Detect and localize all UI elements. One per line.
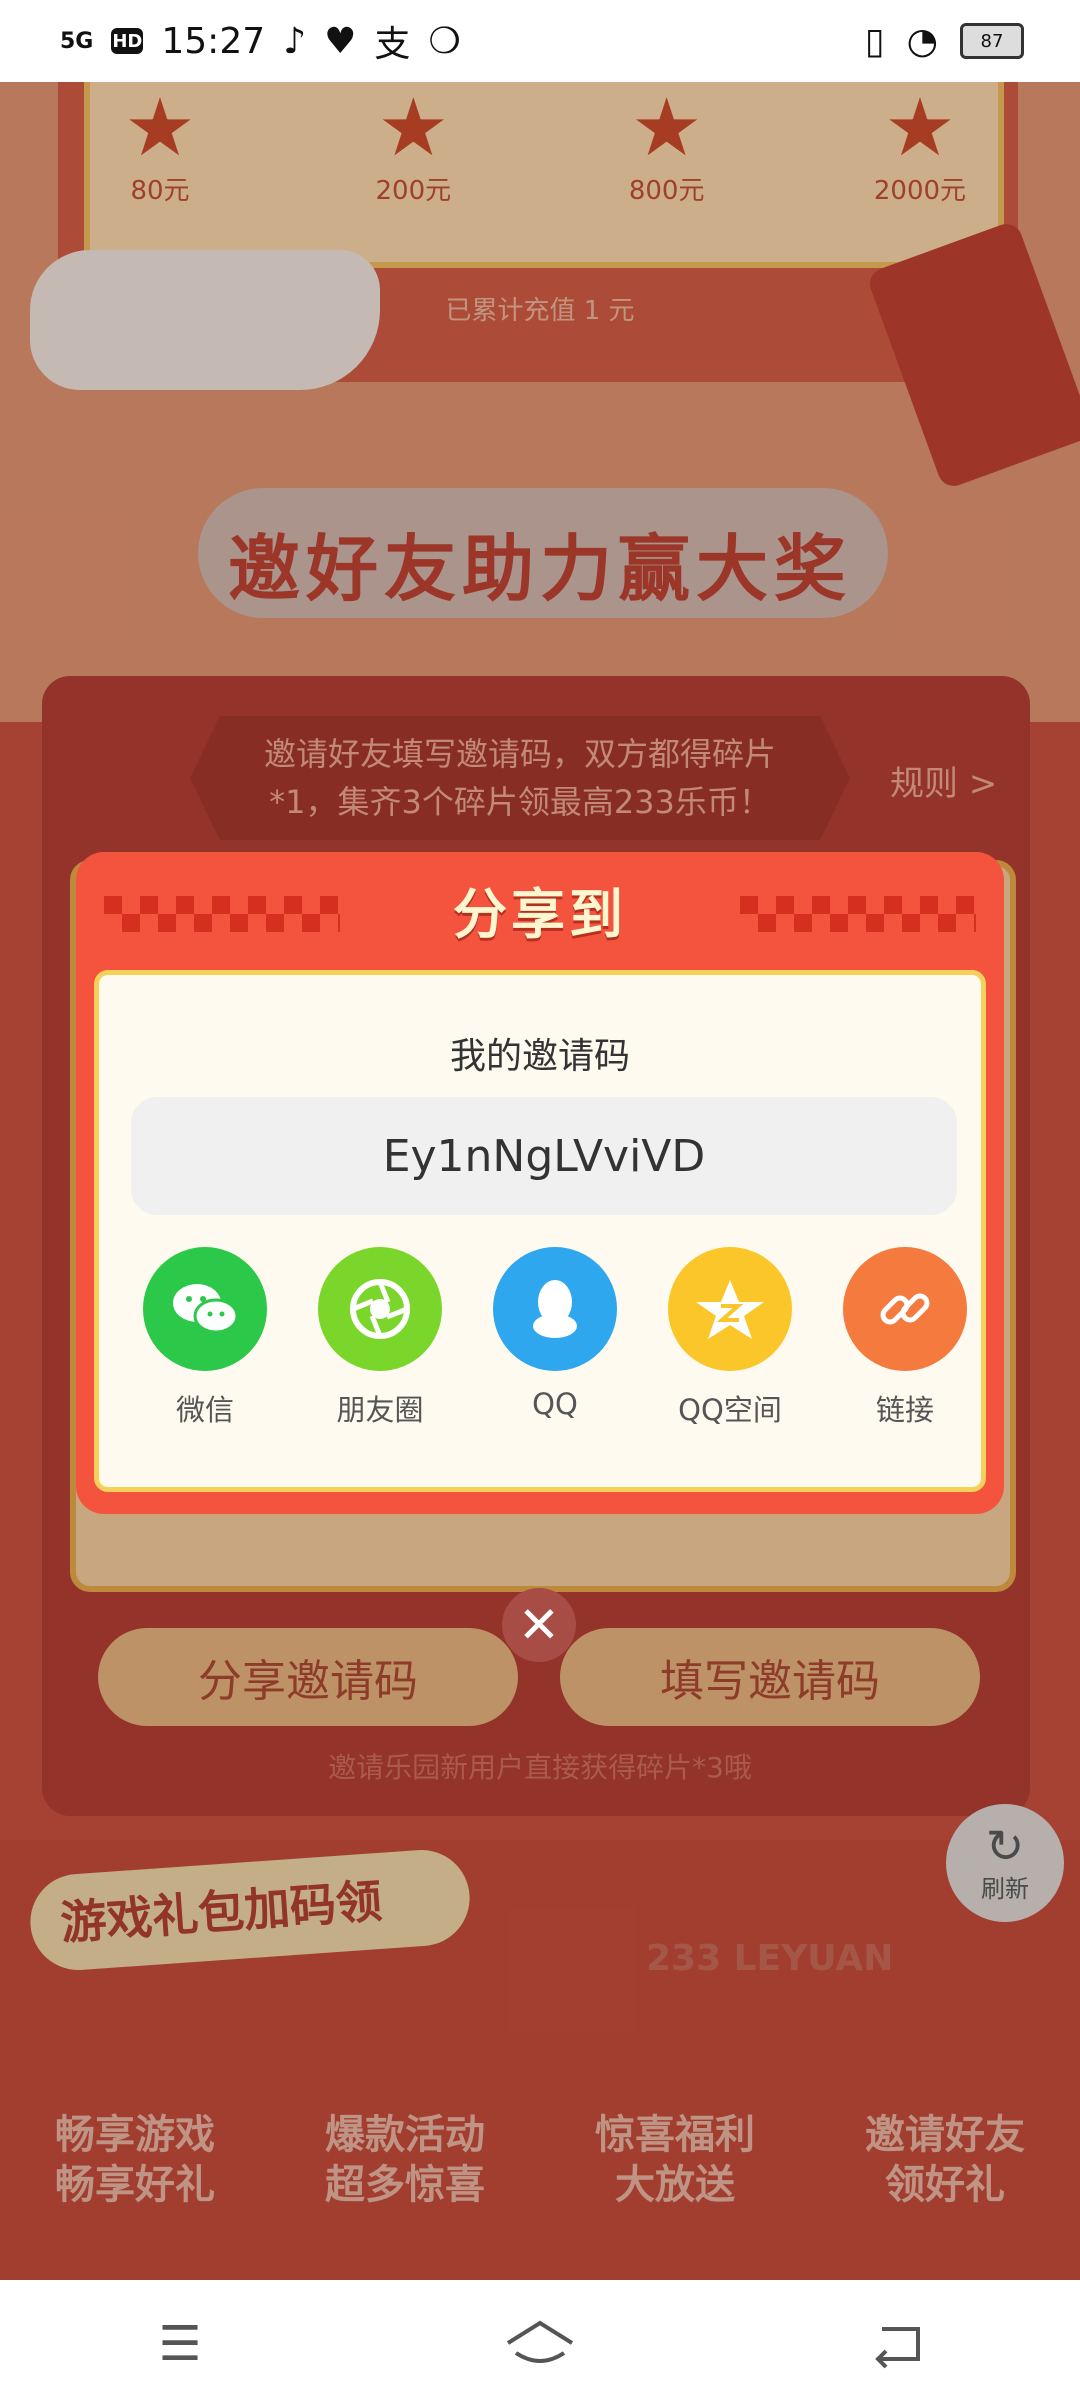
battery-icon: 87 xyxy=(960,23,1024,59)
link-icon xyxy=(843,1247,967,1371)
invite-code-value: Ey1nNgLVviVD xyxy=(382,1130,706,1182)
app-notification-icon: ♥ xyxy=(324,20,357,62)
menu-nav-button[interactable]: ☰ xyxy=(140,2314,220,2374)
share-qzone[interactable]: QQ空间 xyxy=(650,1247,810,1429)
share-label: 微信 xyxy=(175,1393,234,1427)
signal-indicator: 5G xyxy=(60,28,94,54)
refresh-button[interactable]: ↻ 刷新 xyxy=(946,1804,1064,1922)
back-nav-button[interactable] xyxy=(860,2314,940,2374)
close-dialog-button[interactable]: ✕ xyxy=(502,1588,576,1662)
vibrate-icon: ▯ xyxy=(864,20,885,62)
share-label: QQ xyxy=(532,1387,578,1421)
wifi-icon: ◔ xyxy=(906,20,938,62)
refresh-label: 刷新 xyxy=(981,1874,1029,1903)
tiktok-icon: ♪ xyxy=(283,20,307,62)
share-wechat[interactable]: 微信 xyxy=(125,1247,285,1429)
share-link[interactable]: 链接 xyxy=(825,1247,985,1429)
share-qq[interactable]: QQ xyxy=(475,1247,635,1421)
clock: 15:27 xyxy=(161,20,266,62)
close-icon: ✕ xyxy=(518,1596,560,1654)
qzone-icon xyxy=(668,1247,792,1371)
back-icon xyxy=(875,2327,920,2369)
home-icon xyxy=(506,2320,574,2363)
menu-icon: ☰ xyxy=(158,2316,202,2372)
qq-icon xyxy=(493,1247,617,1371)
status-bar: 5G HD 15:27 ♪ ♥ 支 ❍ ▯ ◔ 87 xyxy=(0,0,1080,82)
dialog-title: 分享到 xyxy=(453,883,627,946)
invite-code-box[interactable]: Ey1nNgLVviVD xyxy=(131,1097,957,1215)
share-label: 链接 xyxy=(875,1393,934,1427)
share-dialog: 分享到 我的邀请码 Ey1nNgLVviVD 微信 朋友圈 QQ QQ空间 链接 xyxy=(76,852,1004,1514)
battery-level: 87 xyxy=(980,30,1004,52)
share-label: 朋友圈 xyxy=(336,1393,424,1427)
dialog-body: 我的邀请码 Ey1nNgLVviVD 微信 朋友圈 QQ QQ空间 链接 xyxy=(94,970,986,1492)
wechat-icon xyxy=(143,1247,267,1371)
invite-code-label: 我的邀请码 xyxy=(449,1036,630,1077)
leaf-icon: ❍ xyxy=(428,20,461,62)
share-moments[interactable]: 朋友圈 xyxy=(300,1247,460,1429)
home-nav-button[interactable] xyxy=(500,2314,580,2374)
system-nav-bar: ☰ xyxy=(0,2280,1080,2408)
refresh-icon: ↻ xyxy=(985,1818,1025,1873)
share-label: QQ空间 xyxy=(678,1393,782,1427)
moments-icon xyxy=(318,1247,442,1371)
hd-icon: HD xyxy=(111,28,144,54)
alipay-icon: 支 xyxy=(374,24,411,65)
